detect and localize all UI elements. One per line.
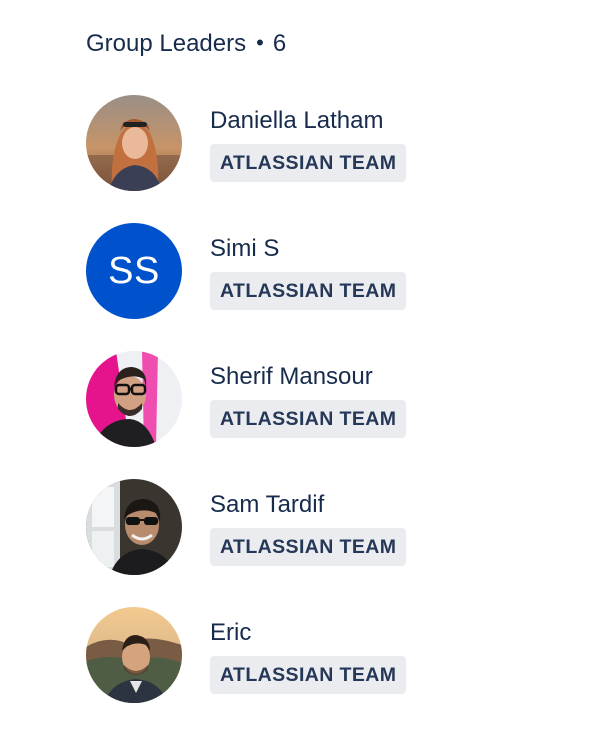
list-item[interactable]: Eric ATLASSIAN TEAM	[86, 607, 586, 703]
leader-info: Daniella Latham ATLASSIAN TEAM	[210, 104, 407, 182]
leader-name[interactable]: Daniella Latham	[210, 106, 406, 136]
leader-name[interactable]: Eric	[210, 618, 406, 648]
list-item[interactable]: Daniella Latham ATLASSIAN TEAM	[86, 95, 586, 191]
leader-info: Sam Tardif ATLASSIAN TEAM	[210, 488, 407, 566]
leader-name[interactable]: Sam Tardif	[210, 490, 406, 520]
avatar[interactable]	[86, 95, 182, 191]
group-leaders-title: Group Leaders	[86, 30, 247, 57]
team-badge: ATLASSIAN TEAM	[210, 400, 407, 438]
user-photo-icon	[86, 95, 182, 191]
user-photo-icon	[86, 479, 182, 575]
group-leaders-header: Group Leaders • 6	[86, 22, 586, 66]
leader-info: Eric ATLASSIAN TEAM	[210, 616, 407, 694]
leader-info: Simi S ATLASSIAN TEAM	[210, 232, 407, 310]
header-separator: •	[256, 30, 264, 55]
user-photo-icon	[86, 607, 182, 703]
list-item[interactable]: SS Simi S ATLASSIAN TEAM	[86, 223, 586, 319]
group-leaders-panel: Group Leaders • 6 Daniella Latham ATLASS…	[86, 22, 586, 735]
avatar[interactable]: SS	[86, 223, 182, 319]
avatar[interactable]	[86, 351, 182, 447]
avatar[interactable]	[86, 479, 182, 575]
team-badge: ATLASSIAN TEAM	[210, 656, 407, 694]
leader-name[interactable]: Sherif Mansour	[210, 362, 406, 392]
team-badge: ATLASSIAN TEAM	[210, 528, 407, 566]
leader-info: Sherif Mansour ATLASSIAN TEAM	[210, 360, 407, 438]
avatar[interactable]	[86, 607, 182, 703]
list-item[interactable]: Sam Tardif ATLASSIAN TEAM	[86, 479, 586, 575]
team-badge: ATLASSIAN TEAM	[210, 144, 407, 182]
leaders-list: Daniella Latham ATLASSIAN TEAM SS Simi S…	[86, 95, 586, 703]
group-leaders-count: 6	[272, 30, 287, 57]
avatar-initials: SS	[108, 249, 160, 292]
team-badge: ATLASSIAN TEAM	[210, 272, 407, 310]
user-photo-icon	[86, 351, 182, 447]
list-item[interactable]: Sherif Mansour ATLASSIAN TEAM	[86, 351, 586, 447]
leader-name[interactable]: Simi S	[210, 234, 406, 264]
